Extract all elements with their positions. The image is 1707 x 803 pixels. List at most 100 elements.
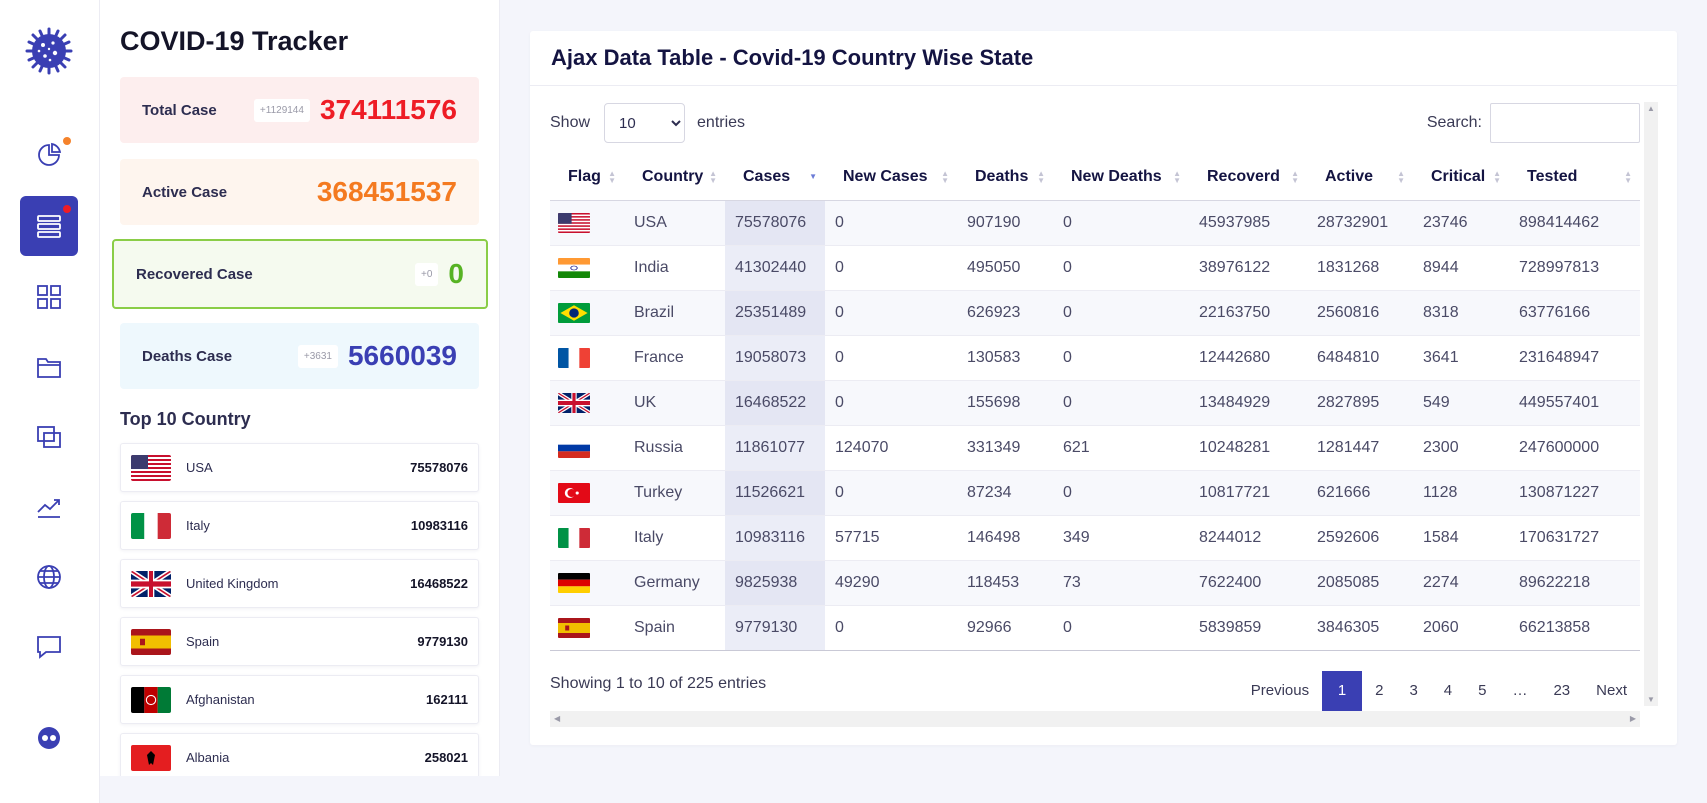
- page-last-button[interactable]: 23: [1540, 671, 1583, 711]
- deaths-case-label: Deaths Case: [142, 347, 233, 365]
- new-deaths-cell: 621: [1053, 425, 1189, 471]
- country-name: Italy: [186, 518, 210, 533]
- scroll-up-icon[interactable]: ▲: [1647, 104, 1655, 113]
- flag-cell: [550, 380, 624, 426]
- active-cell: 1281447: [1307, 425, 1413, 471]
- stats-panel: COVID-19 Tracker Total Case +1129144 374…: [100, 0, 500, 776]
- cases-cell: 10983116: [725, 515, 825, 561]
- page-2-button[interactable]: 2: [1362, 671, 1396, 711]
- country-name: Spain: [186, 634, 220, 649]
- column-header-recovered[interactable]: Recoverd ▲ ▼: [1189, 155, 1307, 201]
- globe-button[interactable]: [20, 547, 78, 607]
- vertical-scrollbar[interactable]: ▲ ▼: [1644, 102, 1658, 706]
- recovered-cell: 22163750: [1189, 290, 1307, 336]
- table-header-row: Flag ▲ ▼ Country ▲ ▼ Cases ▼ New Cases ▲ ▼ Deaths ▲ ▼…: [550, 155, 1640, 201]
- active-cell: 6484810: [1307, 335, 1413, 381]
- table-row[interactable]: UK 16468522 0 155698 0 13484929 2827895 549 4495…: [550, 380, 1640, 426]
- country-name: Afghanistan: [186, 692, 255, 707]
- column-header-new-deaths[interactable]: New Deaths ▲ ▼: [1053, 155, 1189, 201]
- country-name: USA: [186, 460, 213, 475]
- page-1-button[interactable]: 1: [1322, 671, 1363, 711]
- cases-cell: 75578076: [725, 200, 825, 246]
- column-header-critical[interactable]: Critical ▲ ▼: [1413, 155, 1509, 201]
- column-header-cases[interactable]: Cases ▼: [725, 155, 825, 201]
- table-row[interactable]: Russia 11861077 124070 331349 621 10248281 128…: [550, 425, 1640, 471]
- recovered-case-card[interactable]: Recovered Case +0 0: [112, 239, 488, 309]
- column-header-active[interactable]: Active ▲ ▼: [1307, 155, 1413, 201]
- germany-flag-icon: [558, 572, 590, 593]
- chat-icon: [37, 636, 61, 659]
- table-row[interactable]: USA 75578076 0 907190 0 45937985 28732901 23746…: [550, 200, 1640, 246]
- top-country-item[interactable]: Albania 258021: [120, 733, 479, 776]
- column-header-label: Tested: [1527, 168, 1578, 186]
- scroll-left-icon[interactable]: ◀: [554, 714, 560, 723]
- table-row[interactable]: India 41302440 0 495050 0 38976122 1831268 8944…: [550, 245, 1640, 291]
- entries-per-page-select[interactable]: 102550100: [604, 103, 686, 143]
- folder-button[interactable]: [20, 337, 78, 397]
- tested-cell: 130871227: [1509, 470, 1640, 516]
- table-row[interactable]: Spain 9779130 0 92966 0 5839859 3846305 2060 662…: [550, 605, 1640, 651]
- icon-rail: [0, 0, 100, 803]
- deaths-cell: 495050: [957, 245, 1053, 291]
- trending-icon: [37, 499, 60, 518]
- table-row[interactable]: Turkey 11526621 0 87234 0 10817721 621666 1128 1…: [550, 470, 1640, 516]
- column-header-country[interactable]: Country ▲ ▼: [624, 155, 725, 201]
- sort-icon: ▲ ▼: [709, 169, 717, 185]
- scroll-down-icon[interactable]: ▼: [1647, 695, 1655, 704]
- albania-flag-icon: [131, 744, 171, 771]
- active-case-value: 368451537: [316, 176, 457, 207]
- table-row[interactable]: Brazil 25351489 0 626923 0 22163750 2560816 831…: [550, 290, 1640, 336]
- top-country-item[interactable]: United Kingdom 16468522: [120, 559, 479, 608]
- top-10-country-heading: Top 10 Country: [120, 409, 251, 429]
- sort-icon: ▲ ▼: [1493, 169, 1501, 185]
- sort-icon: ▲ ▼: [1624, 169, 1632, 185]
- grid-button[interactable]: [20, 267, 78, 327]
- usa-flag-icon: [131, 454, 171, 481]
- recovered-cell: 5839859: [1189, 605, 1307, 651]
- flag-cell: [550, 425, 624, 471]
- page-4-button[interactable]: 4: [1431, 671, 1465, 711]
- next-page-button[interactable]: Next: [1583, 671, 1640, 711]
- russia-flag-icon: [558, 437, 590, 458]
- active-cell: 2085085: [1307, 560, 1413, 606]
- country-case-count: 10983116: [410, 518, 468, 533]
- trending-button[interactable]: [20, 477, 78, 537]
- sort-icon: ▲ ▼: [1397, 169, 1405, 185]
- recovered-cell: 12442680: [1189, 335, 1307, 381]
- table-body: USA 75578076 0 907190 0 45937985 28732901 23746…: [550, 200, 1640, 651]
- chat-button[interactable]: [20, 617, 78, 677]
- top-country-item[interactable]: USA 75578076: [120, 443, 479, 492]
- recovered-cell: 10817721: [1189, 470, 1307, 516]
- new-deaths-cell: 0: [1053, 380, 1189, 426]
- country-cell: Russia: [624, 425, 725, 471]
- table-row[interactable]: France 19058073 0 130583 0 12442680 6484810 364…: [550, 335, 1640, 381]
- deaths-case-value: 5660039: [347, 340, 457, 371]
- copy-button[interactable]: [20, 407, 78, 467]
- top-country-item[interactable]: Italy 10983116: [120, 501, 479, 550]
- column-header-new-cases[interactable]: New Cases ▲ ▼: [825, 155, 957, 201]
- table-row[interactable]: Italy 10983116 57715 146498 349 8244012 259260…: [550, 515, 1640, 561]
- flickr-icon: [38, 727, 60, 749]
- horizontal-scrollbar[interactable]: ◀ ▶: [550, 711, 1640, 727]
- table-row[interactable]: Germany 9825938 49290 118453 73 7622400 208508…: [550, 560, 1640, 606]
- list-icon: [37, 215, 61, 238]
- dashboard-pie-button[interactable]: [20, 125, 78, 185]
- scroll-right-icon[interactable]: ▶: [1630, 714, 1636, 723]
- top-country-item[interactable]: Afghanistan 162111: [120, 675, 479, 724]
- critical-cell: 3641: [1413, 335, 1509, 381]
- virus-logo-icon[interactable]: [25, 27, 73, 75]
- sort-icon: ▲ ▼: [941, 169, 949, 185]
- flickr-button[interactable]: [20, 708, 78, 768]
- page-5-button[interactable]: 5: [1465, 671, 1499, 711]
- page-3-button[interactable]: 3: [1396, 671, 1430, 711]
- column-header-tested[interactable]: Tested ▲ ▼: [1509, 155, 1640, 201]
- flag-cell: [550, 200, 624, 246]
- previous-page-button[interactable]: Previous: [1238, 671, 1322, 711]
- active-cell: 2592606: [1307, 515, 1413, 561]
- search-input[interactable]: [1490, 103, 1640, 143]
- cases-cell: 25351489: [725, 290, 825, 336]
- column-header-flag[interactable]: Flag ▲ ▼: [550, 155, 624, 201]
- column-header-deaths[interactable]: Deaths ▲ ▼: [957, 155, 1053, 201]
- top-country-item[interactable]: Spain 9779130: [120, 617, 479, 666]
- critical-cell: 1584: [1413, 515, 1509, 561]
